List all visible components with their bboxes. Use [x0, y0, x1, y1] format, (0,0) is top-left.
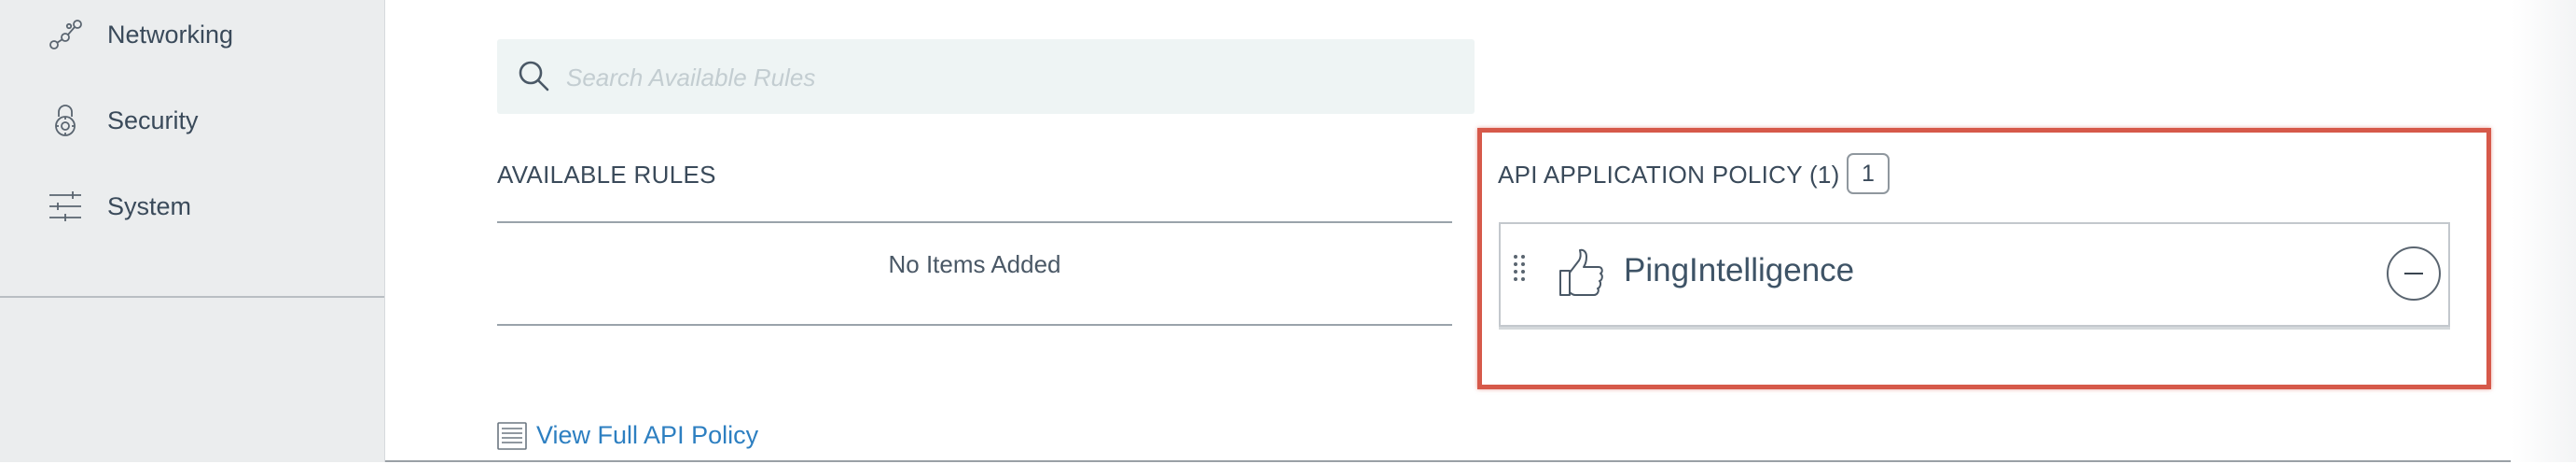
available-rules-title: AVAILABLE RULES	[497, 161, 716, 189]
view-full-api-policy-link[interactable]: View Full API Policy	[497, 421, 758, 450]
sidebar-item-label: System	[107, 191, 192, 220]
search-icon[interactable]	[516, 58, 553, 95]
drag-handle-icon[interactable]	[1513, 254, 1526, 284]
available-rules-divider-top	[497, 221, 1452, 223]
search-input[interactable]	[564, 39, 1463, 116]
sidebar-item-label: Networking	[107, 20, 234, 49]
search-box	[497, 39, 1475, 116]
sidebar-item-system[interactable]: System	[0, 174, 384, 239]
policy-rule-card[interactable]: PingIntelligence	[1499, 222, 2450, 327]
page-edge-shade	[2511, 0, 2576, 462]
policy-count-badge: 1	[1847, 153, 1890, 194]
sidebar-item-networking[interactable]: Networking	[0, 2, 384, 67]
network-nodes-icon	[47, 16, 84, 53]
sliders-icon	[47, 188, 84, 225]
sidebar: Networking Security System	[0, 0, 385, 462]
sidebar-divider	[0, 296, 384, 298]
lock-gear-icon	[47, 102, 84, 139]
policy-title: API APPLICATION POLICY (1)	[1498, 161, 1840, 189]
policy-rule-name: PingIntelligence	[1624, 252, 1855, 288]
available-rules-empty-message: No Items Added	[888, 250, 1061, 278]
view-full-api-policy-label[interactable]: View Full API Policy	[536, 421, 758, 450]
document-lines-icon	[497, 421, 527, 450]
sidebar-item-security[interactable]: Security	[0, 88, 384, 153]
thumbs-up-icon	[1555, 246, 1607, 299]
sidebar-item-label: Security	[107, 105, 199, 134]
available-rules-divider-bottom	[497, 324, 1452, 326]
remove-rule-button[interactable]	[2387, 246, 2441, 301]
